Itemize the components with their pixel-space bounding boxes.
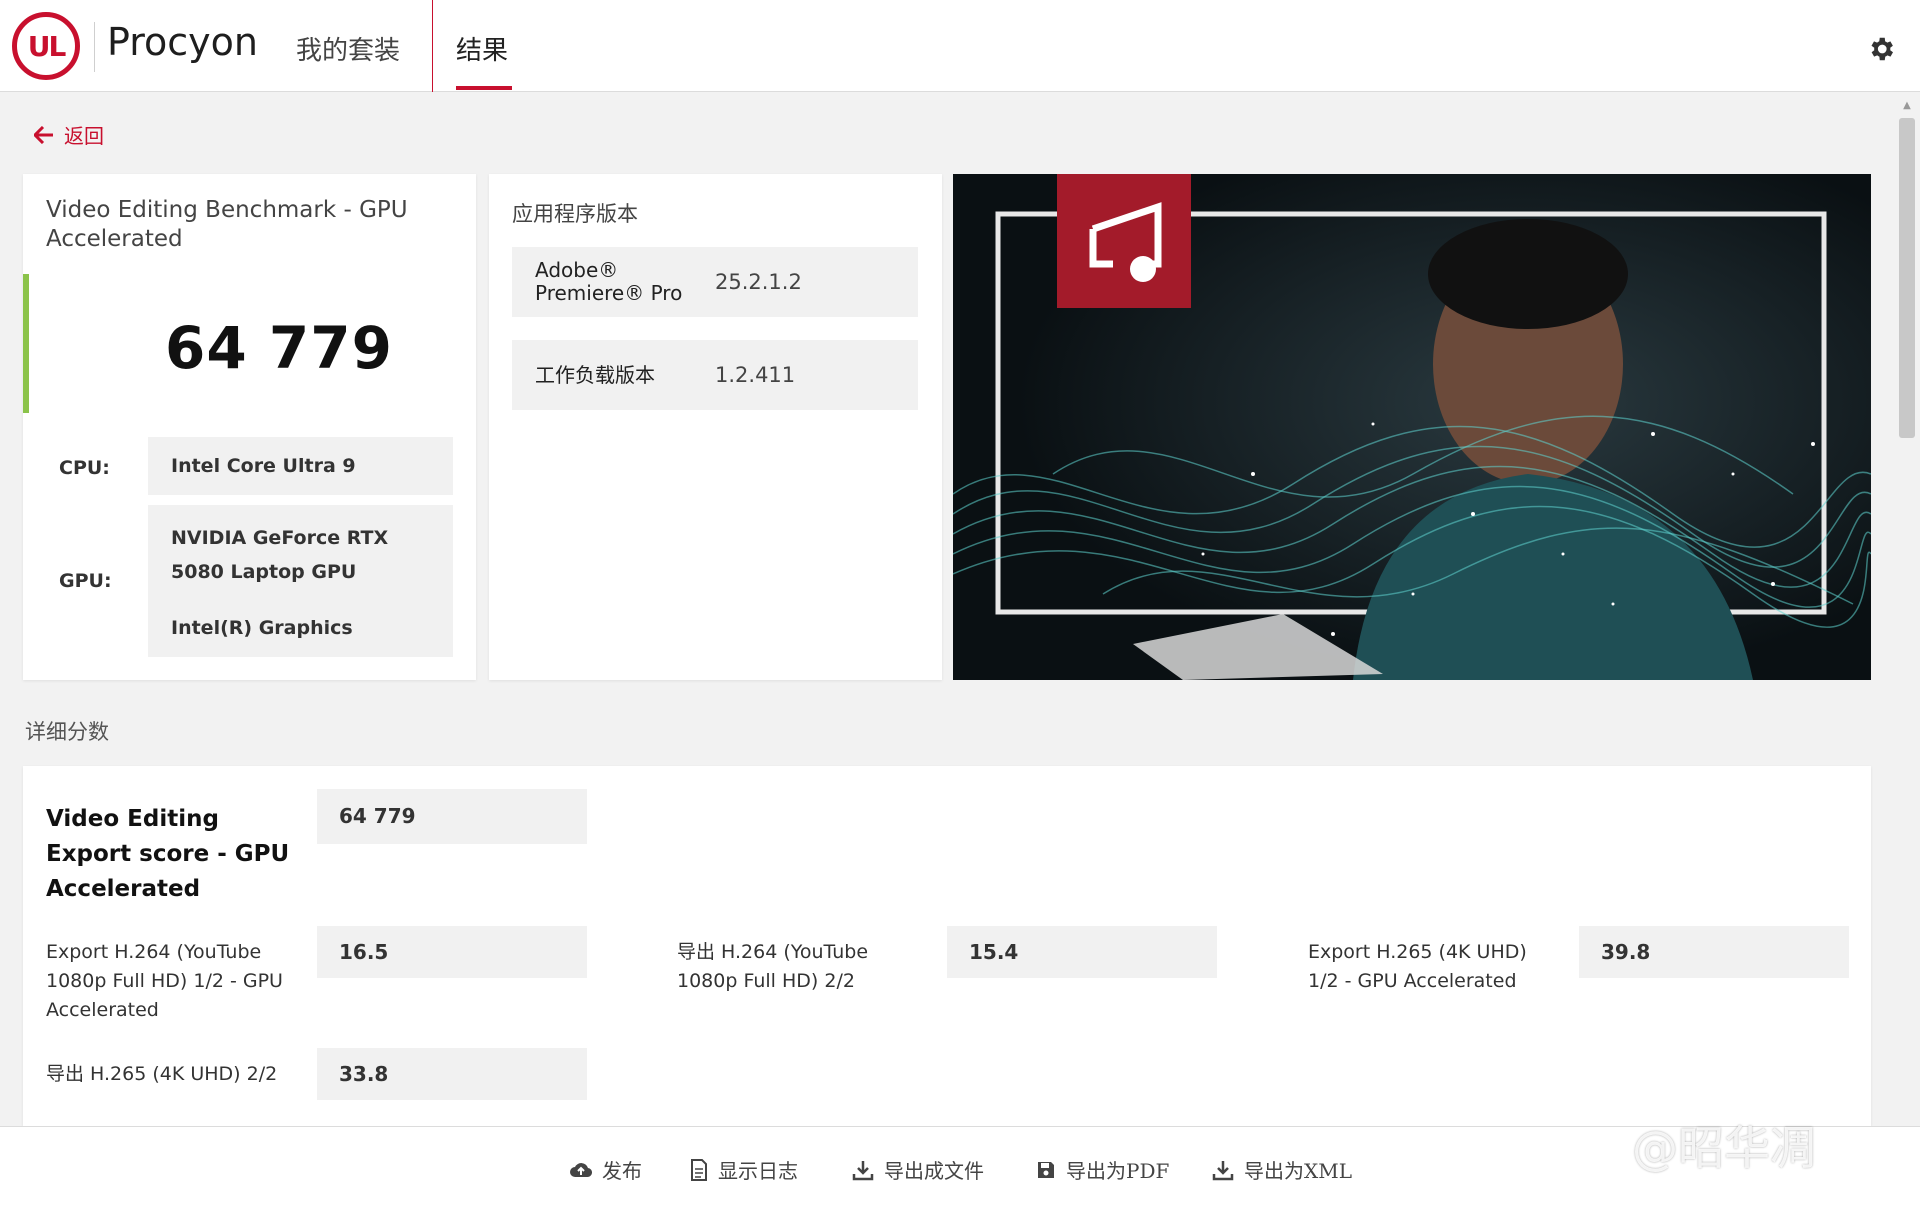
detail-score-label: 导出 H.265 (4K UHD) 2/2: [46, 1063, 278, 1085]
gpu-value-box: NVIDIA GeForce RTX 5080 Laptop GPU Intel…: [148, 505, 453, 657]
version-key: 工作负载版本: [535, 363, 655, 387]
benchmark-title: Video Editing Benchmark - GPU Accelerate…: [46, 197, 408, 252]
save-icon: [1038, 1161, 1054, 1178]
hero-illustration: [953, 174, 1871, 680]
arrow-left-icon: [34, 125, 53, 144]
export-xml-button[interactable]: 导出为XML: [1212, 1155, 1352, 1184]
detail-score-value: 33.8: [317, 1048, 587, 1100]
tab-my-suites[interactable]: 我的套装: [296, 30, 400, 67]
cloud-upload-icon: [570, 1162, 592, 1177]
version-row: Adobe® Premiere® Pro 25.2.1.2: [512, 247, 918, 317]
scrollbar-thumb[interactable]: [1899, 118, 1915, 438]
scroll-up-arrow[interactable]: ▲: [1899, 101, 1915, 111]
show-log-label: 显示日志: [718, 1159, 798, 1183]
version-value: 25.2.1.2: [715, 270, 802, 294]
app-title: Procyon: [107, 20, 258, 64]
details-section-title: 详细分数: [25, 720, 109, 744]
cpu-label: CPU:: [59, 457, 110, 479]
ul-logo-text: UL: [27, 29, 67, 63]
gpu-label: GPU:: [59, 570, 112, 592]
top-bar: UL Procyon 我的套装 结果: [0, 0, 1920, 92]
detail-score-label: Export H.265 (4K UHD) 1/2 - GPU Accelera…: [1308, 941, 1527, 992]
score-card: Video Editing Benchmark - GPU Accelerate…: [23, 174, 476, 680]
publish-button[interactable]: 发布: [570, 1155, 642, 1184]
export-pdf-button[interactable]: 导出为PDF: [1036, 1155, 1169, 1184]
nav-divider: [432, 0, 433, 92]
export-file-label: 导出成文件: [884, 1159, 984, 1183]
document-icon: [691, 1158, 707, 1181]
detail-score-value: 15.4: [947, 926, 1217, 978]
main-score-value: 64 779: [317, 789, 587, 844]
benchmark-hero-image: [953, 174, 1871, 680]
export-pdf-label: 导出为PDF: [1066, 1159, 1170, 1183]
score-accent-bar: [23, 274, 29, 413]
detail-score-label: 导出 H.264 (YouTube 1080p Full HD) 2/2: [677, 941, 869, 992]
show-log-button[interactable]: 显示日志: [690, 1155, 798, 1184]
version-key: Adobe® Premiere® Pro: [535, 258, 683, 305]
active-tab-indicator: [456, 86, 512, 90]
export-xml-label: 导出为XML: [1244, 1159, 1352, 1183]
download-icon: [852, 1160, 874, 1180]
detail-score-value: 39.8: [1579, 926, 1849, 978]
gpu-value-integrated: Intel(R) Graphics: [171, 617, 353, 639]
logo-divider: [94, 22, 95, 72]
watermark-text: @昭华凋: [1632, 1121, 1816, 1175]
export-file-button[interactable]: 导出成文件: [852, 1155, 984, 1184]
detailed-scores-card: Video Editing Export score - GPU Acceler…: [23, 766, 1871, 1126]
ul-logo: UL: [12, 12, 80, 80]
back-link[interactable]: 返回: [34, 120, 104, 149]
detail-score-value: 16.5: [317, 926, 587, 978]
tab-results[interactable]: 结果: [456, 30, 508, 67]
publish-label: 发布: [602, 1159, 642, 1183]
app-versions-title: 应用程序版本: [512, 202, 638, 226]
app-versions-card: 应用程序版本 Adobe® Premiere® Pro 25.2.1.2 工作负…: [489, 174, 942, 680]
overall-score: 64 779: [165, 314, 393, 382]
version-row: 工作负载版本 1.2.411: [512, 340, 918, 410]
download-icon: [1212, 1160, 1234, 1180]
gpu-value-discrete: NVIDIA GeForce RTX 5080 Laptop GPU: [171, 527, 389, 583]
main-score-label: Video Editing Export score - GPU Acceler…: [46, 806, 290, 902]
version-value: 1.2.411: [715, 363, 796, 387]
back-label: 返回: [64, 124, 104, 148]
gear-icon[interactable]: [1866, 34, 1896, 64]
cpu-value: Intel Core Ultra 9 275HX: [148, 437, 453, 535]
detail-score-label: Export H.264 (YouTube 1080p Full HD) 1/2…: [46, 941, 283, 1021]
